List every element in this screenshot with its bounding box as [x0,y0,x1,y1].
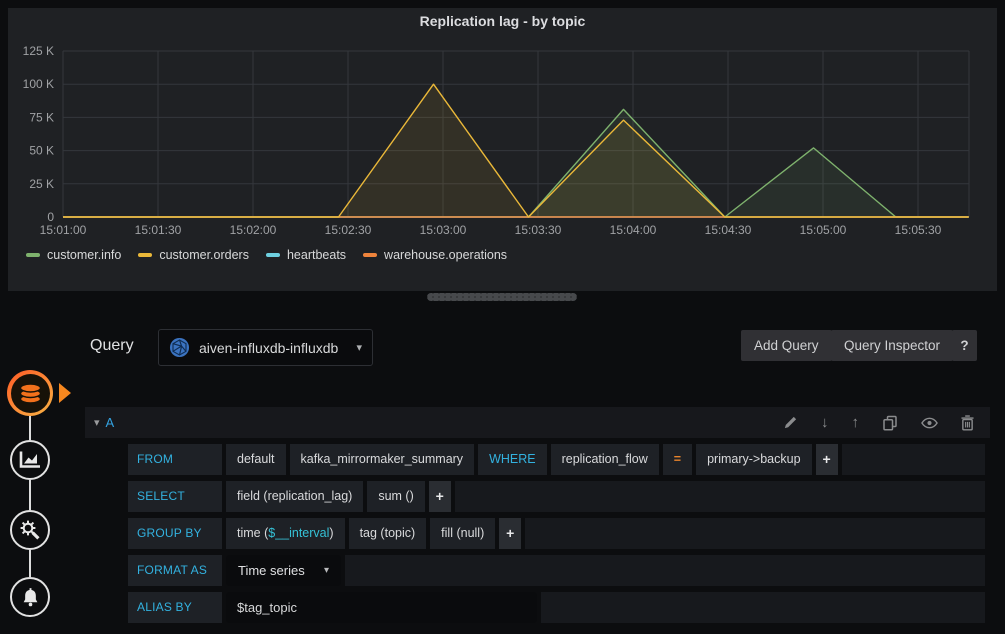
query-section-label: Query [90,337,134,355]
trash-icon[interactable] [961,415,974,431]
query-clause-row-format-as: FORMAT AS Time series ▾ [128,555,985,586]
query-segment[interactable]: default [226,444,286,475]
edit-pencil-icon[interactable] [783,415,798,430]
svg-text:125 K: 125 K [23,44,54,58]
svg-text:15:03:30: 15:03:30 [515,223,562,237]
legend-series-name: customer.orders [159,248,249,262]
legend-color-dash [266,253,280,257]
chart-legend: customer.info customer.orders heartbeats wa… [26,248,507,262]
query-segment[interactable]: = [663,444,692,475]
segment-part: ) [329,526,333,540]
move-down-arrow-icon[interactable]: ↓ [821,414,829,431]
tab-alert[interactable] [10,577,50,617]
row-filler [525,518,985,549]
query-clause-row-from: FROMdefaultkafka_mirrormaker_summaryWHER… [128,444,985,475]
collapse-caret-icon[interactable]: ▾ [94,416,100,429]
query-clause-row-select: SELECTfield (replication_lag)sum ()+ [128,481,985,512]
chart-icon [19,450,41,470]
pane-resize-handle[interactable] [427,293,577,301]
query-segment[interactable]: sum () [367,481,424,512]
panel-edit-tab-strip [0,300,64,634]
add-query-button[interactable]: Add Query [741,330,832,361]
legend-color-dash [138,253,152,257]
datasource-name: aiven-influxdb-influxdb [199,340,338,356]
legend-item-heartbeats[interactable]: heartbeats [266,248,346,262]
svg-text:15:02:00: 15:02:00 [230,223,277,237]
svg-text:15:02:30: 15:02:30 [325,223,372,237]
tab-queries-circle [11,374,50,413]
tab-connector [29,416,31,440]
svg-text:15:04:30: 15:04:30 [705,223,752,237]
row-filler [541,592,985,623]
legend-item-customer-orders[interactable]: customer.orders [138,248,249,262]
graph-panel: Replication lag - by topic 025 K50 K75 K… [8,8,997,291]
svg-text:50 K: 50 K [29,144,54,158]
active-tab-arrow [59,383,71,403]
query-segment[interactable]: kafka_mirrormaker_summary [290,444,475,475]
query-ref-id: A [106,415,115,430]
query-clause-row-group-by: GROUP BYtime ($__interval)tag (topic)fil… [128,518,985,549]
legend-series-name: warehouse.operations [384,248,507,262]
legend-series-name: customer.info [47,248,121,262]
alias-by-input[interactable]: $tag_topic [226,592,537,623]
influxdb-logo-icon [169,337,190,358]
clause-label-format-as: FORMAT AS [128,555,222,586]
add-part-button[interactable]: + [499,518,521,549]
query-segment[interactable]: WHERE [478,444,547,475]
database-icon [17,381,44,406]
legend-color-dash [26,253,40,257]
svg-text:75 K: 75 K [29,110,54,124]
svg-text:15:05:30: 15:05:30 [895,223,942,237]
query-actions: ↓ ↑ [783,414,974,431]
clause-label-alias-by: ALIAS BY [128,592,222,623]
query-clause-row-alias-by: ALIAS BY$tag_topic [128,592,985,623]
tab-connector [29,550,31,577]
row-filler [455,481,985,512]
clause-label-from: FROM [128,444,222,475]
tab-general[interactable] [10,510,50,550]
help-button[interactable]: ? [952,330,977,361]
add-part-button[interactable]: + [429,481,451,512]
svg-text:25 K: 25 K [29,177,54,191]
query-segment[interactable]: tag (topic) [349,518,427,549]
query-row-header[interactable]: ▾ A ↓ ↑ [85,407,990,438]
row-filler [842,444,985,475]
duplicate-copy-icon[interactable] [882,415,898,431]
chevron-down-icon: ▾ [324,555,329,586]
query-segment[interactable]: time ($__interval) [226,518,345,549]
query-inspector-button[interactable]: Query Inspector [831,330,953,361]
eye-icon[interactable] [921,417,938,429]
tab-queries[interactable] [7,370,53,416]
legend-item-customer-info[interactable]: customer.info [26,248,121,262]
clause-label-group-by: GROUP BY [128,518,222,549]
legend-color-dash [363,253,377,257]
svg-text:15:01:30: 15:01:30 [135,223,182,237]
tab-visualization[interactable] [10,440,50,480]
clause-label-select: SELECT [128,481,222,512]
format-as-value: Time series [238,555,305,586]
svg-text:15:05:00: 15:05:00 [800,223,847,237]
segment-part: $__interval [268,526,329,540]
move-up-arrow-icon[interactable]: ↑ [852,414,860,431]
query-segment[interactable]: fill (null) [430,518,495,549]
query-segment[interactable]: primary->backup [696,444,811,475]
chevron-down-icon: ▾ [356,341,362,354]
svg-text:100 K: 100 K [23,77,54,91]
svg-text:15:01:00: 15:01:00 [40,223,87,237]
query-segment[interactable]: field (replication_lag) [226,481,363,512]
add-part-button[interactable]: + [816,444,838,475]
svg-text:15:04:00: 15:04:00 [610,223,657,237]
gear-wrench-icon [18,518,42,542]
segment-part: time ( [237,526,268,540]
svg-text:15:03:00: 15:03:00 [420,223,467,237]
legend-item-warehouse-operations[interactable]: warehouse.operations [363,248,507,262]
format-as-select[interactable]: Time series ▾ [226,555,341,586]
tab-connector [29,480,31,510]
row-filler [345,555,985,586]
legend-series-name: heartbeats [287,248,346,262]
query-segment[interactable]: replication_flow [551,444,659,475]
bell-icon [20,587,41,608]
svg-text:0: 0 [47,210,54,224]
datasource-picker[interactable]: aiven-influxdb-influxdb ▾ [158,329,373,366]
